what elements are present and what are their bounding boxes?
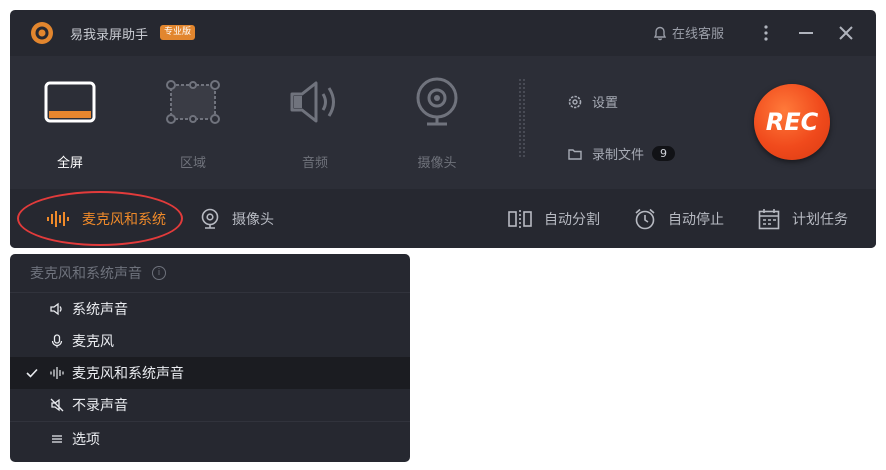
auto-stop-label: 自动停止 — [668, 211, 724, 228]
mute-icon — [50, 398, 64, 412]
schedule-task-button[interactable]: 计划任务 — [758, 189, 848, 248]
mode-fullscreen[interactable]: 全屏 — [25, 70, 115, 171]
highlight-ellipse — [17, 191, 183, 246]
minimize-icon[interactable] — [796, 23, 816, 43]
recorded-files-label: 录制文件 — [592, 148, 645, 163]
mode-webcam[interactable]: 摄像头 — [392, 70, 482, 171]
gear-icon — [568, 95, 582, 108]
menu-item-label: 系统声音 — [72, 302, 128, 318]
menu-item-system-sound[interactable]: 系统声音 — [10, 293, 410, 325]
menu-header-label: 麦克风和系统声音 — [30, 266, 142, 282]
mode-panel: 全屏 区域 音频 摄像头 设置 录制文件 9 — [10, 56, 876, 189]
mode-label-webcam: 摄像头 — [417, 156, 457, 171]
fullscreen-icon — [44, 81, 96, 123]
region-select-icon — [166, 80, 220, 124]
calendar-icon — [758, 208, 780, 229]
settings-link[interactable]: 设置 — [568, 92, 618, 111]
menu-item-no-sound[interactable]: 不录声音 — [10, 389, 410, 421]
folder-icon — [568, 148, 582, 160]
menu-item-mic-and-system[interactable]: 麦克风和系统声音 — [10, 357, 410, 389]
options-list-icon — [52, 434, 62, 443]
split-icon — [508, 209, 532, 228]
auto-split-label: 自动分割 — [544, 211, 600, 228]
mode-region[interactable]: 区域 — [148, 70, 238, 171]
check-icon — [26, 368, 38, 378]
recorded-files-link[interactable]: 录制文件 9 — [568, 144, 676, 163]
edition-badge: 专业版 — [160, 25, 196, 40]
webcam-icon — [416, 77, 458, 126]
camera-label: 摄像头 — [232, 211, 274, 228]
auto-split-button[interactable]: 自动分割 — [508, 189, 600, 248]
info-icon[interactable]: i — [152, 266, 166, 280]
rec-button[interactable]: REC — [754, 84, 830, 160]
menu-item-label: 不录声音 — [72, 398, 128, 414]
audio-source-menu: 麦克风和系统声音 i 系统声音 麦克风 麦克风和系统声音 不录声音 选项 — [10, 254, 410, 462]
mic-icon — [51, 334, 63, 348]
menu-item-microphone[interactable]: 麦克风 — [10, 325, 410, 357]
menu-item-label: 麦克风 — [72, 334, 114, 350]
settings-label: 设置 — [592, 96, 619, 111]
close-icon[interactable] — [836, 23, 856, 43]
mode-audio[interactable]: 音频 — [270, 70, 360, 171]
webcam-small-icon — [201, 208, 219, 229]
app-title: 易我录屏助手 — [70, 28, 149, 43]
auto-stop-button[interactable]: 自动停止 — [634, 189, 724, 248]
menu-item-label: 麦克风和系统声音 — [72, 366, 184, 382]
title-bar: 易我录屏助手 专业版 在线客服 — [10, 10, 876, 56]
more-menu-icon[interactable] — [756, 23, 776, 43]
mode-label-fullscreen: 全屏 — [56, 156, 83, 171]
mode-label-audio: 音频 — [301, 156, 328, 171]
support-label: 在线客服 — [672, 27, 725, 42]
menu-item-label: 选项 — [72, 431, 100, 448]
waveform-icon — [50, 367, 64, 379]
menu-header: 麦克风和系统声音 i — [10, 254, 410, 293]
mode-divider — [518, 78, 526, 158]
recorded-files-count: 9 — [652, 146, 676, 161]
app-logo-icon — [31, 22, 53, 44]
schedule-task-label: 计划任务 — [792, 211, 848, 228]
camera-toggle[interactable]: 摄像头 — [200, 189, 274, 248]
mode-label-region: 区域 — [179, 156, 206, 171]
speaker-icon — [290, 81, 335, 123]
speaker-icon — [50, 302, 62, 316]
alarm-clock-icon — [635, 208, 655, 229]
menu-item-options[interactable]: 选项 — [10, 422, 410, 455]
support-bell-icon — [653, 26, 667, 40]
online-support-link[interactable]: 在线客服 — [652, 23, 724, 42]
